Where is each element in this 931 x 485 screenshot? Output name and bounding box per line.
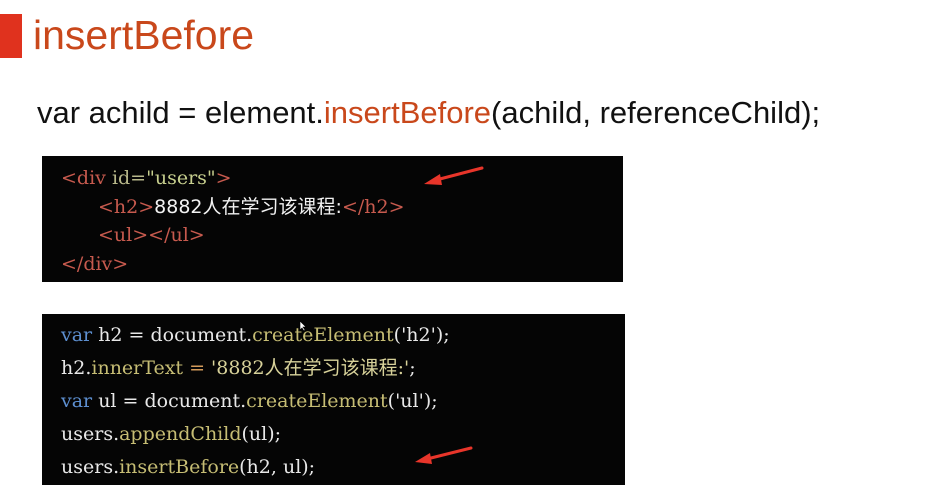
js-object: users. bbox=[61, 423, 120, 445]
js-object: h2. bbox=[61, 357, 92, 379]
html-tag-close: </h2> bbox=[341, 196, 405, 218]
html-tag-close: </div> bbox=[61, 253, 129, 275]
syntax-line: var achild = element.insertBefore(achild… bbox=[37, 92, 820, 134]
html-code-line: <h2>8882人在学习该课程:</h2> bbox=[98, 193, 405, 222]
js-property: innerText bbox=[91, 357, 184, 379]
js-code-line: var ul = document.createElement('ul'); bbox=[61, 385, 438, 417]
html-text-content: 8882人在学习该课程: bbox=[154, 196, 342, 218]
js-keyword: var bbox=[61, 324, 93, 346]
js-code-line: users.insertBefore(h2, ul); bbox=[61, 451, 315, 483]
html-tag-open: <div bbox=[61, 167, 112, 189]
js-code-block: var h2 = document.createElement('h2'); h… bbox=[42, 314, 625, 485]
syntax-method: insertBefore bbox=[323, 95, 492, 130]
js-operator: = bbox=[183, 357, 212, 379]
syntax-suffix: (achild, referenceChild); bbox=[491, 95, 821, 130]
js-args: ('h2'); bbox=[393, 324, 450, 346]
html-tag-pair: <ul></ul> bbox=[98, 224, 205, 246]
js-object: users. bbox=[61, 456, 120, 478]
html-tag-open: <h2> bbox=[98, 196, 155, 218]
html-attr-value: "users" bbox=[146, 167, 216, 189]
arrow-annotation-icon bbox=[424, 166, 484, 185]
js-keyword: var bbox=[61, 390, 93, 412]
js-semicolon: ; bbox=[409, 357, 416, 379]
html-code-line: </div> bbox=[61, 250, 128, 279]
html-attr-name: id= bbox=[111, 167, 147, 189]
slide-title: insertBefore bbox=[33, 12, 255, 58]
syntax-prefix: var achild = element. bbox=[37, 95, 324, 130]
js-code-line: h2.innerText = '8882人在学习该课程:'; bbox=[61, 352, 416, 384]
js-method: appendChild bbox=[119, 423, 242, 445]
html-code-block: <div id="users"> <h2>8882人在学习该课程:</h2> <… bbox=[42, 156, 623, 282]
html-code-line: <div id="users"> bbox=[61, 164, 232, 193]
js-args: (ul); bbox=[241, 423, 282, 445]
js-args: (h2, ul); bbox=[239, 456, 316, 478]
js-method: createElement bbox=[252, 324, 394, 346]
js-string: '8882人在学习该课程:' bbox=[211, 357, 410, 379]
mouse-cursor-icon bbox=[299, 320, 307, 332]
html-code-line: <ul></ul> bbox=[98, 221, 205, 250]
html-tag-close: > bbox=[215, 167, 232, 189]
js-expression: h2 = document. bbox=[92, 324, 253, 346]
js-code-line: users.appendChild(ul); bbox=[61, 418, 281, 450]
title-accent-bar bbox=[0, 14, 22, 58]
js-code-line: var h2 = document.createElement('h2'); bbox=[61, 319, 450, 351]
arrow-annotation-icon bbox=[415, 446, 473, 464]
js-method: createElement bbox=[246, 390, 388, 412]
js-expression: ul = document. bbox=[92, 390, 247, 412]
js-method: insertBefore bbox=[119, 456, 240, 478]
js-args: ('ul'); bbox=[387, 390, 438, 412]
